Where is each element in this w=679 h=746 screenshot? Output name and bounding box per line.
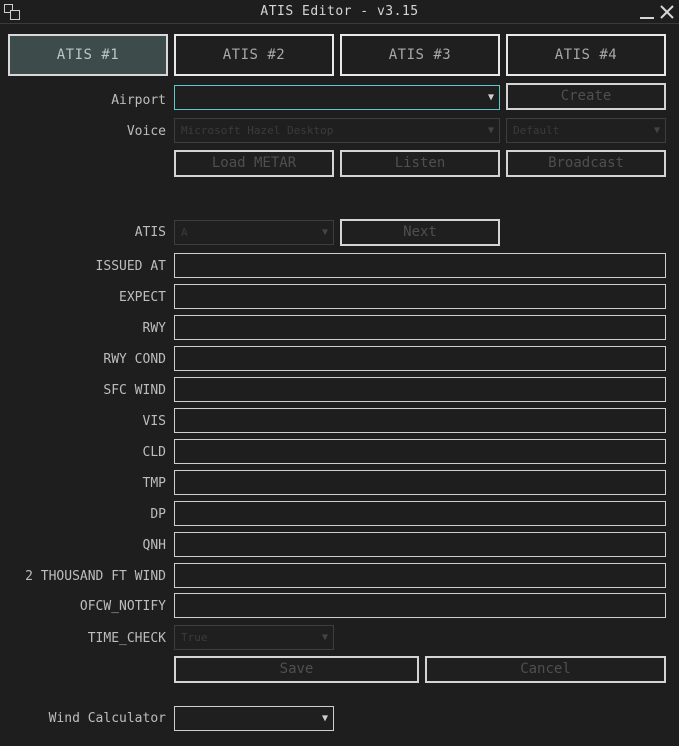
save-button[interactable]: Save	[174, 656, 419, 683]
tab-atis-2[interactable]: ATIS #2	[174, 34, 334, 76]
two-thousand-ft-wind-field[interactable]	[174, 563, 666, 588]
airport-select[interactable]: ▼	[174, 85, 500, 110]
wind-calculator-select[interactable]: ▼	[174, 706, 334, 731]
rwy-label-wrap: RWY	[0, 317, 166, 341]
listen-button[interactable]: Listen	[340, 150, 500, 177]
issued-at-field[interactable]	[174, 253, 666, 278]
voice-select-value: Microsoft Hazel Desktop	[181, 124, 334, 137]
expect-label-wrap: EXPECT	[0, 286, 166, 310]
wind-calculator-label-wrap: Wind Calculator	[0, 707, 166, 731]
ofcw-notify-label-wrap: OFCW_NOTIFY	[0, 595, 166, 619]
chevron-down-icon: ▼	[653, 125, 660, 136]
tmp-field[interactable]	[174, 470, 666, 495]
sfc-wind-label-wrap: SFC WIND	[0, 379, 166, 403]
vis-label: VIS	[142, 414, 166, 429]
chevron-down-icon: ▼	[321, 713, 328, 724]
expect-label: EXPECT	[119, 290, 166, 305]
two-thousand-ft-wind-label: 2 THOUSAND FT WIND	[25, 569, 166, 584]
airport-label: Airport	[111, 93, 166, 108]
cancel-button[interactable]: Cancel	[425, 656, 666, 683]
tmp-label-wrap: TMP	[0, 472, 166, 496]
time-check-value: True	[181, 631, 208, 644]
chevron-down-icon: ▼	[321, 632, 328, 643]
qnh-label-wrap: QNH	[0, 534, 166, 558]
atis-label: ATIS	[134, 225, 166, 240]
tmp-label: TMP	[142, 476, 166, 491]
title-bar: ATIS Editor - v3.15	[0, 0, 679, 24]
issued-at-label-wrap: ISSUED AT	[0, 255, 166, 279]
ofcw-notify-label: OFCW_NOTIFY	[79, 599, 166, 614]
rwy-cond-field[interactable]	[174, 346, 666, 371]
tab-atis-3[interactable]: ATIS #3	[340, 34, 500, 76]
load-metar-button[interactable]: Load METAR	[174, 150, 334, 177]
dp-label: DP	[150, 507, 166, 522]
vis-label-wrap: VIS	[0, 410, 166, 434]
broadcast-button[interactable]: Broadcast	[506, 150, 666, 177]
airport-label-wrap: Airport	[0, 89, 166, 113]
sfc-wind-field[interactable]	[174, 377, 666, 402]
qnh-field[interactable]	[174, 532, 666, 557]
voice-variant-value: Default	[513, 124, 560, 137]
chevron-down-icon: ▼	[487, 125, 494, 136]
time-check-select[interactable]: True ▼	[174, 625, 334, 650]
sfc-wind-label: SFC WIND	[103, 383, 166, 398]
chevron-down-icon: ▼	[487, 92, 494, 103]
tab-atis-1[interactable]: ATIS #1	[8, 34, 168, 76]
voice-label-wrap: Voice	[0, 120, 166, 144]
minimize-icon	[640, 17, 654, 19]
vis-field[interactable]	[174, 408, 666, 433]
time-check-label: TIME_CHECK	[87, 631, 166, 646]
cld-label-wrap: CLD	[0, 441, 166, 465]
create-button[interactable]: Create	[506, 83, 666, 110]
voice-variant-select[interactable]: Default ▼	[506, 118, 666, 143]
wind-calculator-label: Wind Calculator	[48, 711, 166, 726]
rwy-label: RWY	[142, 321, 166, 336]
voice-select[interactable]: Microsoft Hazel Desktop ▼	[174, 118, 500, 143]
next-button[interactable]: Next	[340, 219, 500, 246]
atis-label-wrap: ATIS	[0, 221, 166, 245]
cld-label: CLD	[142, 445, 166, 460]
two-thousand-ft-wind-label-wrap: 2 THOUSAND FT WIND	[0, 565, 166, 589]
rwy-field[interactable]	[174, 315, 666, 340]
cld-field[interactable]	[174, 439, 666, 464]
qnh-label: QNH	[142, 538, 166, 553]
dp-label-wrap: DP	[0, 503, 166, 527]
rwy-cond-label: RWY COND	[103, 352, 166, 367]
issued-at-label: ISSUED AT	[95, 259, 166, 274]
time-check-label-wrap: TIME_CHECK	[0, 627, 166, 651]
expect-field[interactable]	[174, 284, 666, 309]
rwy-cond-label-wrap: RWY COND	[0, 348, 166, 372]
close-icon	[660, 5, 674, 19]
voice-label: Voice	[126, 124, 166, 139]
ofcw-notify-field[interactable]	[174, 593, 666, 618]
atis-letter-select[interactable]: A ▼	[174, 220, 334, 245]
minimize-button[interactable]	[639, 4, 655, 20]
chevron-down-icon: ▼	[321, 227, 328, 238]
atis-letter-value: A	[181, 226, 188, 239]
window-title: ATIS Editor - v3.15	[260, 4, 419, 19]
tab-atis-4[interactable]: ATIS #4	[506, 34, 666, 76]
dp-field[interactable]	[174, 501, 666, 526]
close-button[interactable]	[659, 4, 675, 20]
